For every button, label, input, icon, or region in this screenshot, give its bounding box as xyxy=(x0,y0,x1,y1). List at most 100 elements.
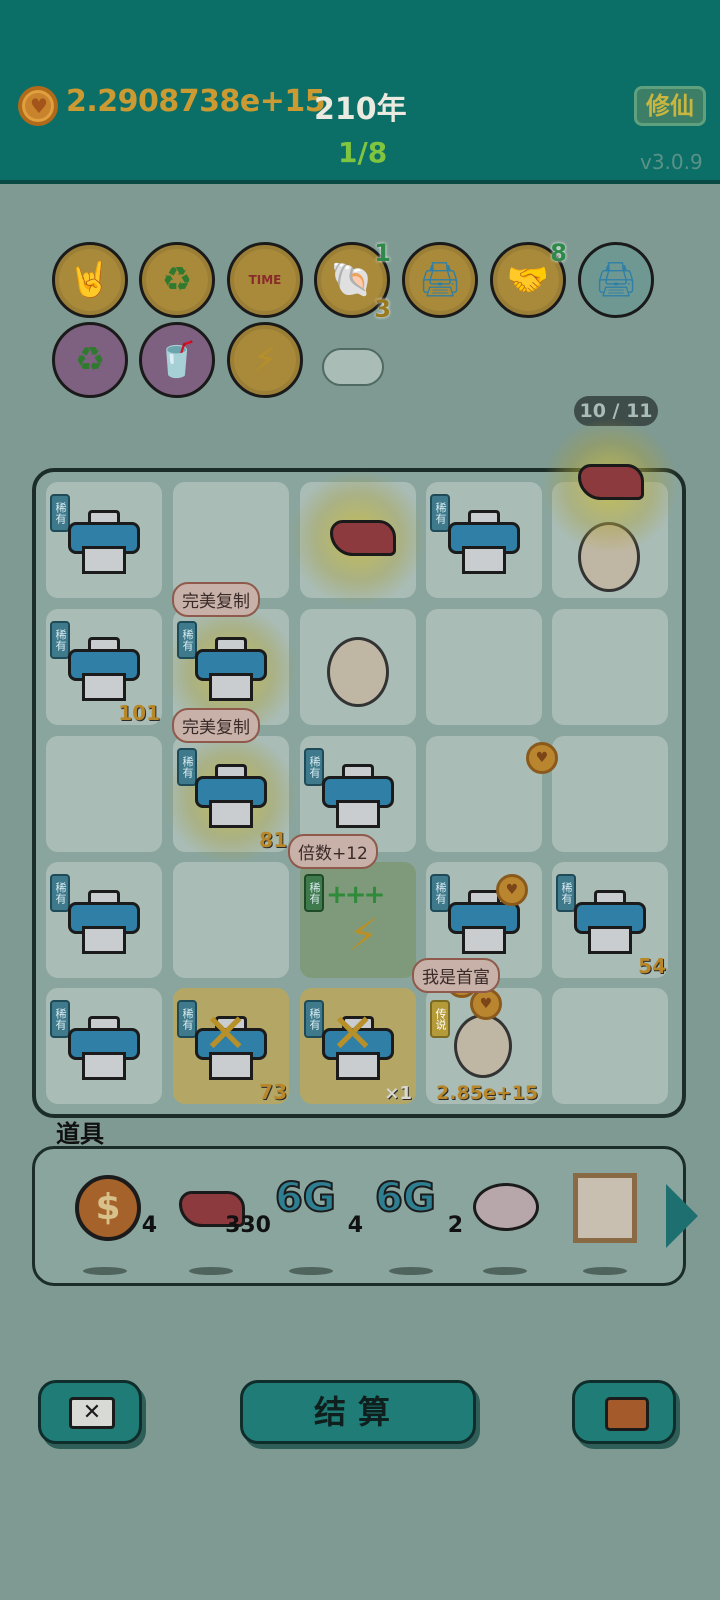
recycle-purple-badge[interactable]: ♻ xyxy=(52,322,128,398)
piggy-bank-icon xyxy=(473,1183,539,1231)
rare-tag: 稀有 xyxy=(50,494,70,532)
coin-icon xyxy=(18,86,58,126)
6g-icon: 6G xyxy=(274,1174,337,1222)
floating-coin-icon: ♥ xyxy=(526,742,558,774)
unicorn-frame-icon xyxy=(573,1173,637,1243)
cloud-icon[interactable] xyxy=(322,348,384,386)
prop-dollar-coin[interactable]: $ 4 xyxy=(69,1169,159,1279)
printer-warning-badge[interactable]: 🖨 xyxy=(402,242,478,318)
printer-icon: 🖨 xyxy=(594,260,638,300)
lightning-icon: ⚡ xyxy=(253,340,277,380)
cell-liver[interactable] xyxy=(290,470,426,606)
old-man-face-icon xyxy=(327,637,389,707)
exit-button[interactable]: ✕ xyxy=(38,1380,142,1444)
cell-old-man[interactable] xyxy=(300,609,416,725)
plus-signs-icon: +++ xyxy=(326,880,385,910)
rock-hand-icon: 🤘 xyxy=(68,260,112,300)
rock-hand-badge[interactable]: 🤘 xyxy=(52,242,128,318)
multiplier-bubble: 倍数+12 xyxy=(288,834,378,869)
prop-count: 330 xyxy=(225,1213,271,1238)
prop-piggy-bank[interactable] xyxy=(469,1169,559,1279)
cell-empty[interactable] xyxy=(552,988,668,1104)
dollar-coin-icon: $ xyxy=(75,1175,141,1241)
cell-empty[interactable]: ♥ xyxy=(526,736,668,852)
cell-printer-broken[interactable]: 稀有 ✕ 73 xyxy=(173,988,289,1104)
years-counter: 210年 xyxy=(314,92,407,127)
cell-old-man-legend[interactable]: 传说 ♥ ♥ 2.85e+15 xyxy=(426,966,542,1104)
briefcase-button[interactable] xyxy=(572,1380,676,1444)
prop-liver[interactable]: 330 xyxy=(175,1169,271,1279)
rare-tag: 稀有 xyxy=(177,1000,197,1038)
handshake-badge[interactable]: 🤝 8 xyxy=(490,239,567,318)
item-count: ×1 xyxy=(384,1083,412,1104)
close-icon: ✕ xyxy=(69,1397,115,1429)
printer-warning-badge-2[interactable]: 🖨 xyxy=(578,242,654,318)
recycle-icon: ♻ xyxy=(74,340,106,380)
prop-count: 4 xyxy=(347,1213,363,1238)
shell-count-bottom: 3 xyxy=(374,295,391,323)
time-magazine-badge[interactable]: TIME xyxy=(227,242,303,318)
cell-multiplier[interactable]: 稀有 +++ ⚡ xyxy=(300,862,416,978)
version-label: v3.0.9 xyxy=(640,150,703,174)
props-panel: $ 4 330 6G 4 6G 2 xyxy=(32,1146,686,1286)
printer-icon xyxy=(68,890,140,954)
magazine-icon: TIME xyxy=(248,273,282,287)
prop-6g[interactable]: 6G 4 xyxy=(274,1169,365,1279)
printer-icon xyxy=(68,1016,140,1080)
cell-printer[interactable]: 稀有 101 xyxy=(46,609,162,725)
printer-icon xyxy=(195,764,267,828)
rare-tag: 稀有 xyxy=(50,621,70,659)
cell-old-man[interactable] xyxy=(542,418,678,598)
rare-tag: 稀有 xyxy=(430,874,450,912)
cup-badge[interactable]: 🥤 xyxy=(139,322,215,398)
cell-printer-copy[interactable]: 稀有 81 xyxy=(165,732,297,864)
handshake-count: 8 xyxy=(550,239,567,267)
old-man-face-icon xyxy=(454,1014,512,1078)
cell-empty[interactable] xyxy=(173,482,289,598)
cell-empty[interactable] xyxy=(173,862,289,978)
rare-tag: 稀有 xyxy=(50,1000,70,1038)
rare-tag: 稀有 xyxy=(304,748,324,786)
prop-count: 2 xyxy=(447,1213,463,1238)
printer-icon: 🖨 xyxy=(418,260,462,300)
legend-tag: 传说 xyxy=(430,1000,450,1038)
rare-tag: 稀有 xyxy=(177,748,197,786)
cell-printer[interactable]: 稀有 xyxy=(46,482,162,598)
props-label: 道具 xyxy=(56,1120,104,1148)
rare-tag: 稀有 xyxy=(50,874,70,912)
printer-icon xyxy=(68,510,140,574)
printer-icon xyxy=(68,637,140,701)
rare-tag: 稀有 xyxy=(177,621,197,659)
cell-empty[interactable] xyxy=(552,609,668,725)
props-next-arrow-icon[interactable] xyxy=(666,1184,698,1248)
x-mark-icon: ✕ xyxy=(203,1002,249,1065)
recycle-badge[interactable]: ♻ xyxy=(139,242,215,318)
item-count: 81 xyxy=(259,828,287,852)
rare-tag: 稀有 xyxy=(304,1000,324,1038)
cell-printer-broken[interactable]: 稀有 ✕ ×1 xyxy=(300,988,416,1104)
rare-tag: 稀有 xyxy=(430,494,450,532)
richest-bubble: 我是首富 xyxy=(412,958,500,993)
game-board: 稀有 稀有 稀有 101 稀有 稀有 81 稀有 ♥ 稀有 稀有 +++ ⚡ 稀… xyxy=(32,418,686,1118)
lightning-icon: ⚡ xyxy=(348,910,379,961)
item-count: 2.85e+15 xyxy=(436,1082,539,1104)
prop-6g-2[interactable]: 6G 2 xyxy=(374,1169,465,1279)
cell-printer[interactable]: 稀有 xyxy=(426,482,542,598)
shell-badge[interactable]: 🐚 1 3 xyxy=(314,239,391,323)
printer-icon xyxy=(322,764,394,828)
lightning-badge[interactable]: ⚡ xyxy=(227,322,303,398)
item-count: 54 xyxy=(638,954,666,978)
cell-printer[interactable]: 稀有 xyxy=(46,862,162,978)
xiuxian-button[interactable]: 修仙 xyxy=(634,86,706,126)
cup-icon: 🥤 xyxy=(155,340,199,380)
cell-empty[interactable] xyxy=(426,736,542,852)
prop-count: 4 xyxy=(141,1213,157,1238)
settle-button[interactable]: 结算 xyxy=(240,1380,476,1444)
liver-icon xyxy=(578,464,644,500)
cell-empty[interactable] xyxy=(426,609,542,725)
cell-printer[interactable]: 稀有 xyxy=(46,988,162,1104)
prop-unicorn-frame[interactable] xyxy=(569,1169,659,1279)
cell-printer[interactable]: 稀有 54 xyxy=(552,862,668,978)
cell-empty[interactable] xyxy=(46,736,162,852)
printer-icon xyxy=(574,890,646,954)
